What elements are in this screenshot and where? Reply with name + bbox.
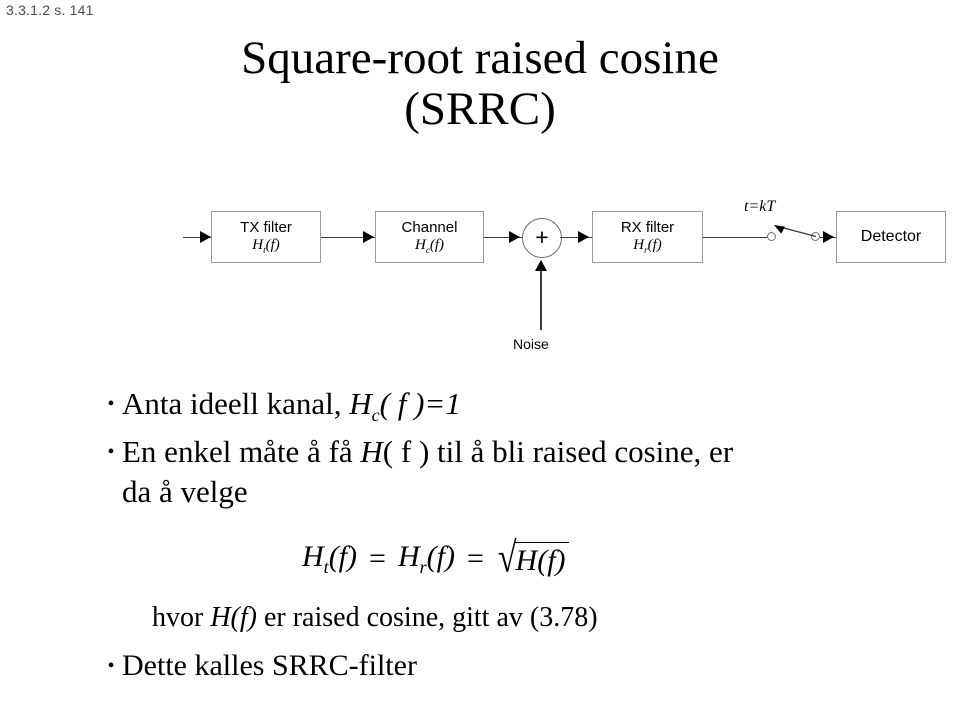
- equation-square-root: √ H(f): [498, 537, 569, 580]
- block-rx-filter-transfer-function: Hr(f): [633, 236, 662, 255]
- communication-system-block-diagram: TX filter Ht(f) Channel Hc(f) + RX filte…: [0, 190, 960, 365]
- bullet-item-ideal-channel: • Anta ideell kanal, Hc( f )=1: [100, 384, 461, 435]
- block-rx-filter-label: RX filter: [620, 218, 675, 236]
- wire-sum-to-rx-arrowhead-icon: [578, 231, 589, 243]
- wire-noise-arrowhead-icon: [535, 260, 547, 271]
- block-rx-filter: RX filter Hr(f): [592, 211, 703, 263]
- bullet-marker-icon: •: [107, 441, 115, 463]
- block-tx-filter-label: TX filter: [240, 218, 292, 236]
- title-line-1: Square-root raised cosine: [241, 32, 719, 84]
- bullet-marker-icon: •: [107, 393, 115, 415]
- bullet-item-ideal-channel-text: Anta ideell kanal, Hc( f )=1: [122, 386, 461, 426]
- wire-rx-to-switch: [703, 236, 767, 238]
- block-tx-filter: TX filter Ht(f): [211, 211, 321, 263]
- summing-node: +: [522, 218, 562, 258]
- block-detector-label: Detector: [860, 227, 922, 245]
- equation-middle: Hr(f): [397, 540, 455, 577]
- sampling-instant-label: t=kT: [744, 198, 776, 215]
- bullet-item-srrc-name-text: Dette kalles SRRC-filter: [122, 649, 417, 682]
- wire-channel-to-sum-arrowhead-icon: [509, 231, 520, 243]
- wire-switch-to-detector-arrowhead-icon: [823, 231, 834, 243]
- block-channel: Channel Hc(f): [375, 211, 484, 263]
- sampling-switch-arm-icon: [774, 225, 817, 238]
- block-channel-transfer-function: Hc(f): [414, 236, 444, 255]
- title-line-2: (SRRC): [404, 82, 556, 135]
- equation-equals-2: =: [466, 542, 484, 575]
- block-channel-label: Channel: [401, 218, 458, 236]
- bullet-item-simple-method: • En enkel måte å få H( f ) til å bli ra…: [100, 432, 960, 512]
- block-detector: Detector: [836, 211, 946, 263]
- wire-noise-to-sum: [540, 270, 542, 330]
- noise-source-label: Noise: [513, 336, 549, 352]
- equation-radicand: H(f): [513, 542, 569, 578]
- bullet-item-simple-method-text: En enkel måte å få H( f ) til å bli rais…: [122, 434, 734, 509]
- slide-header-reference: 3.3.1.2 s. 141: [6, 2, 94, 18]
- page-title: Square-root raised cosine (SRRC): [0, 34, 960, 134]
- srrc-equation: Ht(f) = Hr(f) = √ H(f): [300, 537, 569, 580]
- block-tx-filter-transfer-function: Ht(f): [252, 236, 280, 255]
- text-line-where-hf-text: hvor H(f) er raised cosine, gitt av (3.7…: [152, 602, 598, 633]
- summing-node-plus-symbol: +: [535, 223, 549, 250]
- text-line-where-hf: • hvor H(f) er raised cosine, gitt av (3…: [100, 598, 598, 638]
- wire-tx-to-channel-arrowhead-icon: [363, 231, 374, 243]
- bullet-item-srrc-name: • Dette kalles SRRC-filter: [100, 646, 417, 686]
- equation-equals-1: =: [369, 542, 386, 575]
- input-arrowhead-icon: [200, 231, 211, 243]
- bullet-marker-icon: •: [107, 655, 115, 677]
- equation-lhs: Ht(f): [302, 540, 358, 577]
